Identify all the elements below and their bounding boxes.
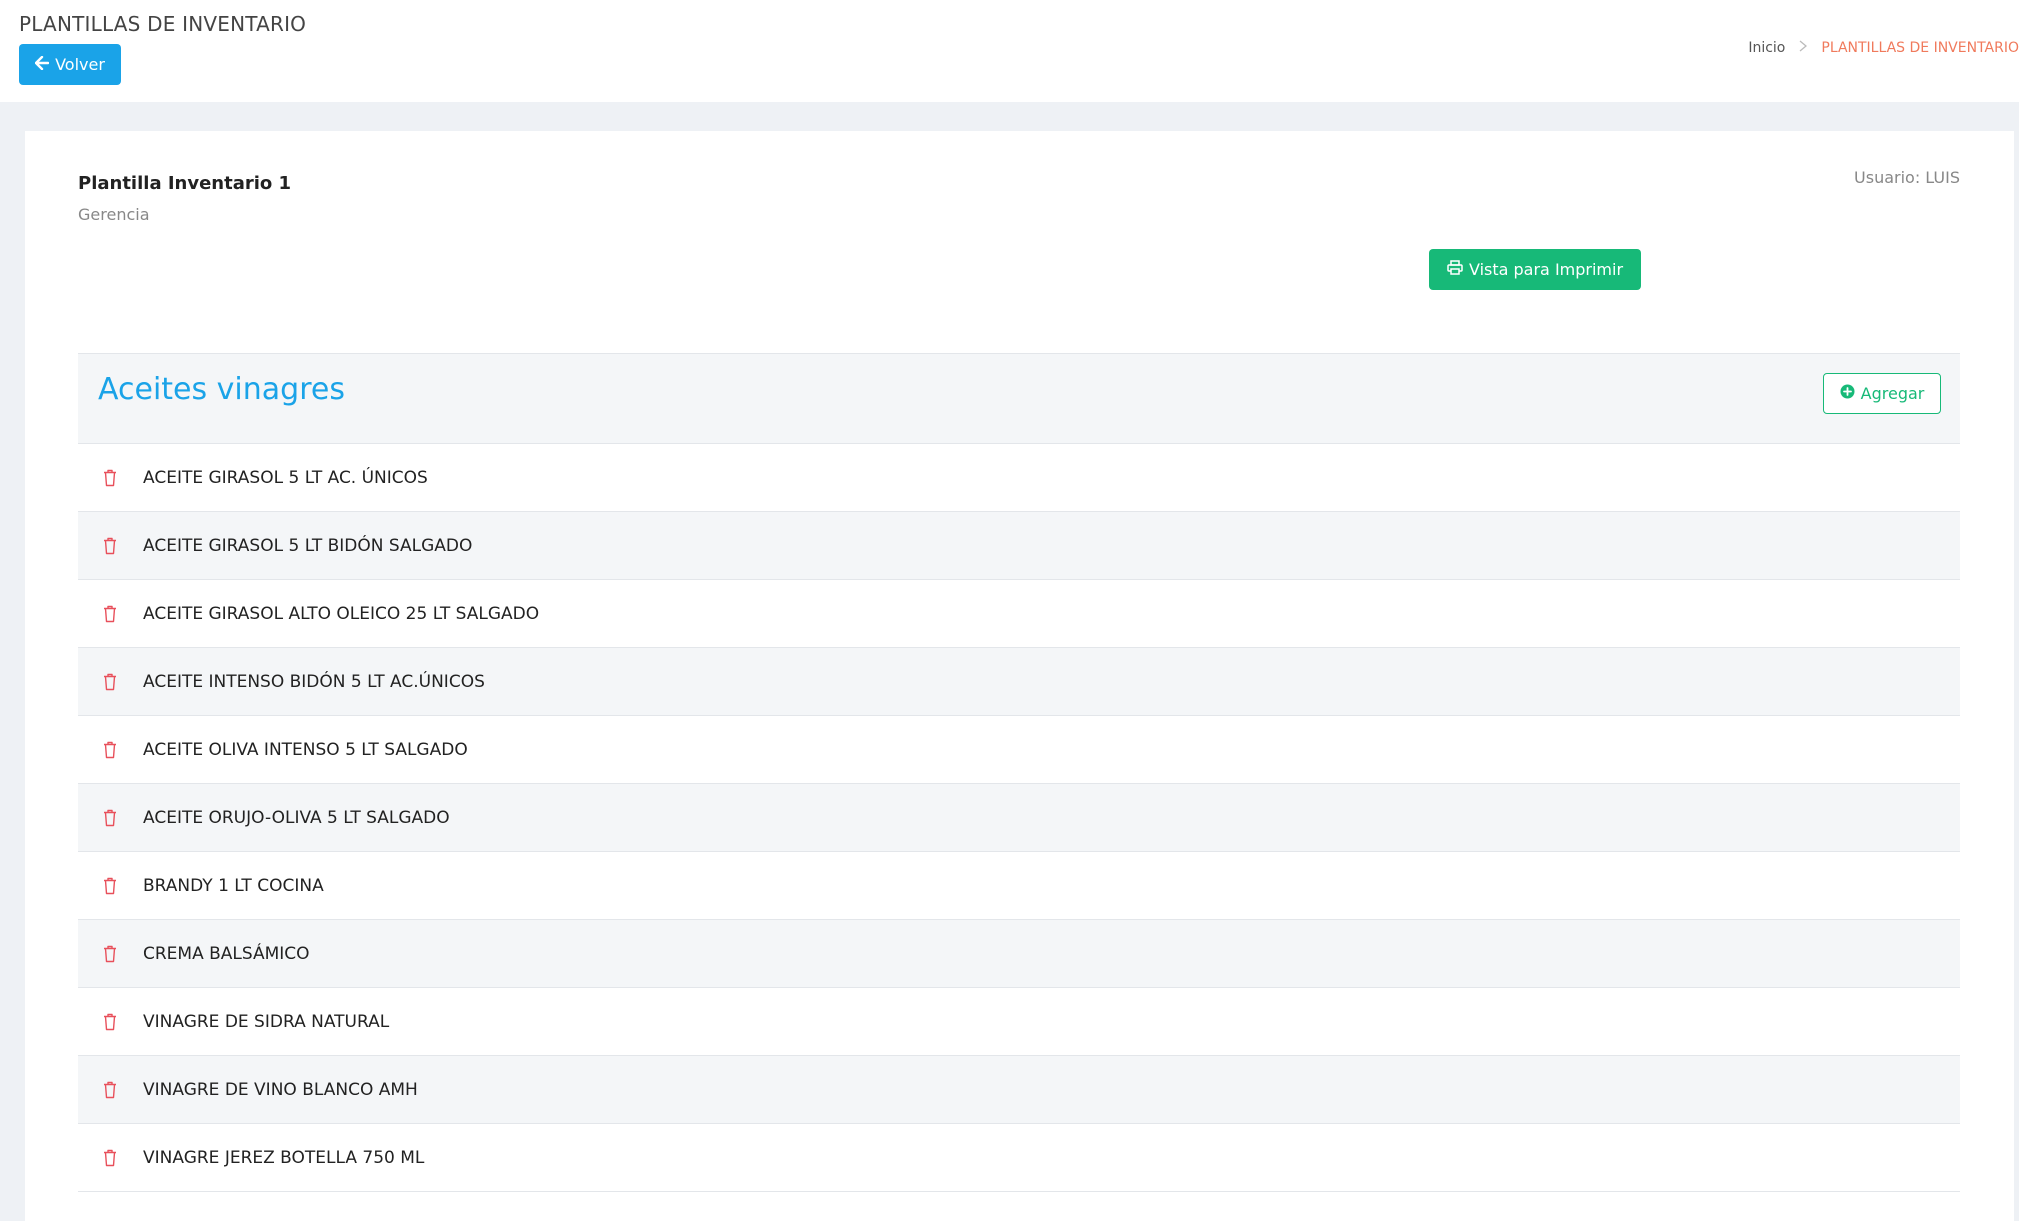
item-label: ACEITE OLIVA INTENSO 5 LT SALGADO <box>143 739 468 760</box>
trash-icon[interactable] <box>100 808 120 828</box>
trash-icon[interactable] <box>100 944 120 964</box>
section-header: Aceites vinagres Agregar <box>78 353 1960 444</box>
trash-icon[interactable] <box>100 740 120 760</box>
template-card: Plantilla Inventario 1 Gerencia Usuario:… <box>25 131 2014 1221</box>
user-info: Usuario: LUIS <box>1854 168 1960 187</box>
back-button[interactable]: Volver <box>19 44 121 85</box>
trash-icon[interactable] <box>100 876 120 896</box>
item-label: VINAGRE DE VINO BLANCO AMH <box>143 1079 418 1100</box>
back-button-label: Volver <box>55 55 105 74</box>
item-label: ACEITE GIRASOL ALTO OLEICO 25 LT SALGADO <box>143 603 540 624</box>
list-item: ACEITE ORUJO-OLIVA 5 LT SALGADO <box>78 784 1960 852</box>
list-item: BRANDY 1 LT COCINA <box>78 852 1960 920</box>
breadcrumb-home[interactable]: Inicio <box>1748 40 1785 56</box>
list-item: ACEITE GIRASOL ALTO OLEICO 25 LT SALGADO <box>78 580 1960 648</box>
item-list: ACEITE GIRASOL 5 LT AC. ÚNICOS ACEITE GI… <box>78 444 1960 1192</box>
list-item: ACEITE GIRASOL 5 LT AC. ÚNICOS <box>78 444 1960 512</box>
list-item: CREMA BALSÁMICO <box>78 920 1960 988</box>
plus-circle-icon <box>1840 384 1855 403</box>
list-item: VINAGRE JEREZ BOTELLA 750 ML <box>78 1124 1960 1192</box>
trash-icon[interactable] <box>100 1148 120 1168</box>
chevron-right-icon <box>1799 40 1808 56</box>
template-name: Plantilla Inventario 1 <box>78 173 292 194</box>
category-section: Aceites vinagres Agregar ACEITE GIRASOL … <box>78 353 1960 1192</box>
trash-icon[interactable] <box>100 672 120 692</box>
item-label: ACEITE GIRASOL 5 LT BIDÓN SALGADO <box>143 535 473 556</box>
list-item: ACEITE OLIVA INTENSO 5 LT SALGADO <box>78 716 1960 784</box>
add-item-label: Agregar <box>1860 384 1925 403</box>
breadcrumb-current: PLANTILLAS DE INVENTARIO <box>1821 40 2019 56</box>
item-label: ACEITE ORUJO-OLIVA 5 LT SALGADO <box>143 807 450 828</box>
trash-icon[interactable] <box>100 468 120 488</box>
trash-icon[interactable] <box>100 604 120 624</box>
breadcrumb: Inicio PLANTILLAS DE INVENTARIO <box>1748 40 2019 56</box>
section-title: Aceites vinagres <box>98 372 345 407</box>
trash-icon[interactable] <box>100 536 120 556</box>
arrow-left-icon <box>34 55 50 74</box>
item-label: BRANDY 1 LT COCINA <box>143 875 324 896</box>
add-item-button[interactable]: Agregar <box>1823 373 1941 414</box>
item-label: CREMA BALSÁMICO <box>143 943 310 964</box>
item-label: ACEITE INTENSO BIDÓN 5 LT AC.ÚNICOS <box>143 671 485 692</box>
item-label: ACEITE GIRASOL 5 LT AC. ÚNICOS <box>143 467 428 488</box>
trash-icon[interactable] <box>100 1080 120 1100</box>
template-department: Gerencia <box>78 205 150 224</box>
list-item: ACEITE INTENSO BIDÓN 5 LT AC.ÚNICOS <box>78 648 1960 716</box>
item-label: VINAGRE DE SIDRA NATURAL <box>143 1011 390 1032</box>
printer-icon <box>1447 260 1463 279</box>
page-title: PLANTILLAS DE INVENTARIO <box>19 12 307 36</box>
print-view-label: Vista para Imprimir <box>1468 260 1624 279</box>
item-label: VINAGRE JEREZ BOTELLA 750 ML <box>143 1147 425 1168</box>
list-item: VINAGRE DE SIDRA NATURAL <box>78 988 1960 1056</box>
list-item: VINAGRE DE VINO BLANCO AMH <box>78 1056 1960 1124</box>
top-bar: PLANTILLAS DE INVENTARIO Volver Inicio P… <box>0 0 2019 102</box>
list-item: ACEITE GIRASOL 5 LT BIDÓN SALGADO <box>78 512 1960 580</box>
print-view-button[interactable]: Vista para Imprimir <box>1429 249 1641 290</box>
trash-icon[interactable] <box>100 1012 120 1032</box>
